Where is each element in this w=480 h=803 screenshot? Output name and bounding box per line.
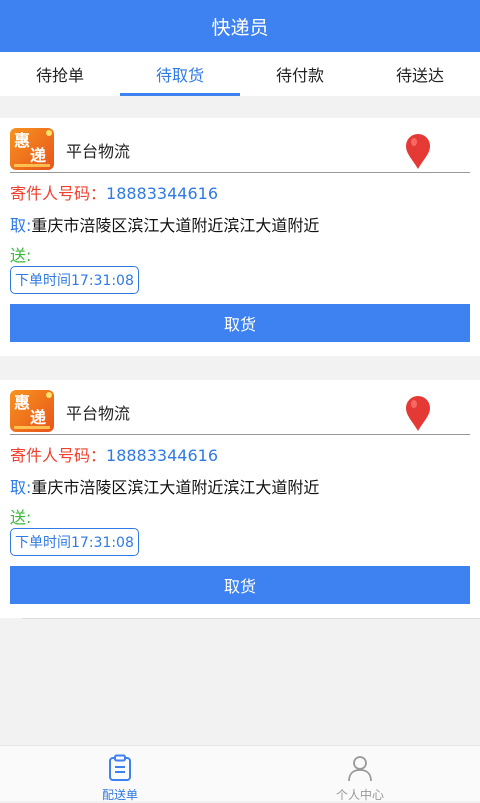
sender-phone[interactable]: 18883344616	[106, 184, 218, 203]
order-card: 惠 递 平台物流 寄件人号码：18883344616 取:重庆市涪陵区滨江大道附…	[0, 118, 480, 356]
order-time-badge: 下单时间17:31:08	[10, 266, 139, 294]
sender-label: 寄件人号码：	[10, 184, 107, 203]
list-end-divider	[22, 618, 480, 619]
divider	[10, 434, 470, 435]
logo-dot	[46, 130, 52, 136]
tab-label: 待送达	[395, 66, 444, 85]
location-pin-icon[interactable]	[403, 394, 433, 432]
platform-logo: 惠 递	[10, 128, 54, 170]
tab-wait-grab[interactable]: 待抢单	[0, 52, 120, 96]
platform-name: 平台物流	[66, 404, 131, 423]
user-icon	[348, 756, 372, 782]
pickup-button[interactable]: 取货	[10, 566, 470, 604]
pickup-address: 重庆市涪陵区滨江大道附近滨江大道附近	[31, 216, 320, 235]
logo-tagline-bar	[14, 164, 50, 167]
tab-label: 待付款	[275, 66, 324, 85]
pickup-address: 重庆市涪陵区滨江大道附近滨江大道附近	[31, 478, 320, 497]
tabbar-label: 个人中心	[335, 788, 384, 802]
tab-label: 待抢单	[35, 66, 84, 85]
pickup-label: 取:	[10, 216, 32, 235]
sender-label: 寄件人号码：	[10, 446, 107, 465]
pickup-label: 取:	[10, 478, 32, 497]
app-header: 快递员	[0, 0, 480, 52]
divider	[10, 172, 470, 173]
status-tabs: 待抢单 待取货 待付款 待送达	[0, 52, 480, 96]
deliver-label: 送:	[10, 508, 32, 527]
clipboard-icon	[109, 754, 131, 781]
location-pin-icon[interactable]	[403, 132, 433, 170]
logo-char: 递	[30, 408, 47, 427]
sender-row: 寄件人号码：18883344616	[10, 180, 218, 204]
logo-dot	[46, 392, 52, 398]
sender-phone[interactable]: 18883344616	[106, 446, 218, 465]
bottom-tabbar: 配送单 个人中心	[0, 745, 480, 802]
pickup-row: 取:重庆市涪陵区滨江大道附近滨江大道附近	[10, 212, 319, 236]
tabbar-label: 配送单	[101, 788, 138, 802]
tab-wait-pickup[interactable]: 待取货	[120, 52, 240, 96]
pickup-row: 取:重庆市涪陵区滨江大道附近滨江大道附近	[10, 474, 319, 498]
platform-name: 平台物流	[66, 142, 131, 161]
logo-char: 递	[30, 146, 47, 165]
tabbar-item-orders[interactable]: 配送单	[0, 746, 240, 802]
sender-row: 寄件人号码：18883344616	[10, 442, 218, 466]
page-title: 快递员	[211, 16, 269, 39]
logo-char: 惠	[14, 393, 31, 412]
tab-wait-payment[interactable]: 待付款	[240, 52, 360, 96]
pickup-button[interactable]: 取货	[10, 304, 470, 342]
deliver-label: 送:	[10, 246, 32, 265]
tab-label: 待取货	[155, 66, 204, 85]
tabbar-item-profile[interactable]: 个人中心	[240, 746, 480, 802]
order-card: 惠 递 平台物流 寄件人号码：18883344616 取:重庆市涪陵区滨江大道附…	[0, 380, 480, 618]
logo-tagline-bar	[14, 426, 50, 429]
order-time-badge: 下单时间17:31:08	[10, 528, 139, 556]
platform-logo: 惠 递	[10, 390, 54, 432]
tab-wait-delivery[interactable]: 待送达	[360, 52, 480, 96]
logo-char: 惠	[14, 131, 31, 150]
